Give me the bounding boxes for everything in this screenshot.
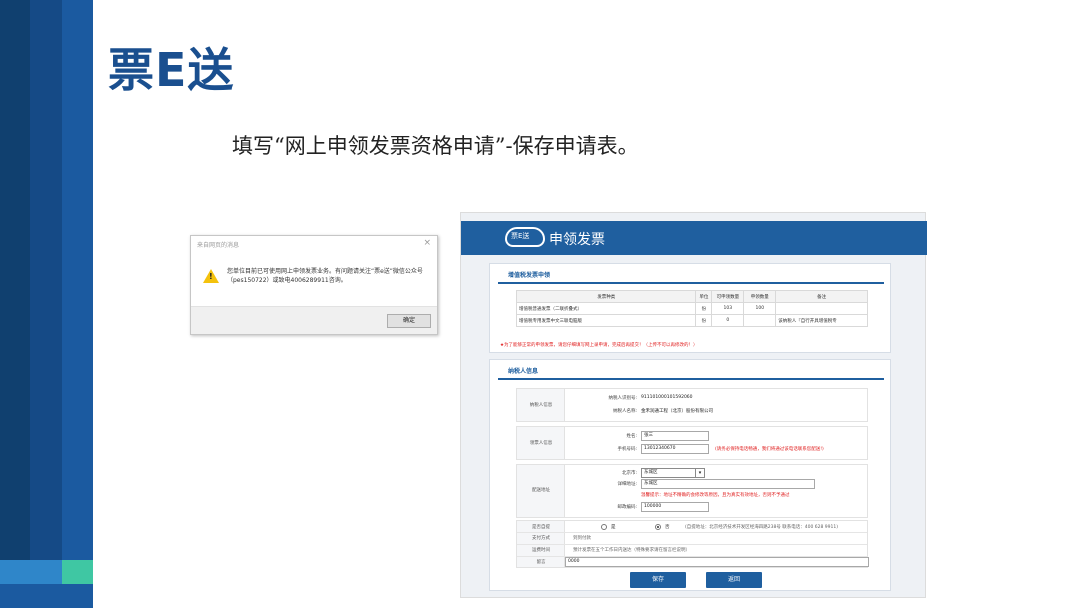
taxpayer-panel-title: 纳税人信息 xyxy=(508,368,539,375)
self-pick-yes-radio[interactable] xyxy=(601,524,607,530)
invoice-unit: 份 xyxy=(695,302,713,315)
invoice-table: 发票种类 单位 可申领数量 申领数量 备注 增值税普通发票（二联折叠式） 份 1… xyxy=(515,290,868,327)
row-divider xyxy=(517,544,867,545)
delivery-time-label: 运费时间 xyxy=(532,548,550,553)
column-header: 发票种类 xyxy=(515,290,697,303)
close-icon[interactable]: × xyxy=(423,238,431,248)
detail-address-label: 详细地址: xyxy=(617,482,637,487)
tax-id-label: 纳税人识别号: xyxy=(608,396,637,401)
pay-method-value: 到到付款 xyxy=(573,536,591,541)
invoice-panel: 增值税发票申领 发票种类 单位 可申领数量 申领数量 备注 增值税普通发票（二联… xyxy=(489,263,891,353)
self-pick-no-radio[interactable] xyxy=(655,524,661,530)
taxpayer-section-label: 纳税人信息 xyxy=(529,403,553,408)
column-header: 备注 xyxy=(775,290,868,303)
requested-qty-input[interactable] xyxy=(743,314,777,327)
recipient-section-label: 领票人信息 xyxy=(529,441,553,446)
chevron-down-icon[interactable]: ▾ xyxy=(695,469,704,477)
district-value: 东城区 xyxy=(644,470,658,475)
slide-title: 票E送 xyxy=(108,43,235,97)
self-pick-yes-label: 是 xyxy=(611,525,616,530)
slide: 票E送 填写“网上申领发票资格申请”-保存申请表。 来自网页的消息 × ! 您单… xyxy=(0,0,1080,608)
delivery-options-block: 是否自提 是 否 (自提地址：北京经济技术开发区经海四路238号 联系电话：40… xyxy=(516,520,869,568)
warning-icon-mark: ! xyxy=(209,272,213,281)
left-bar-blue-block xyxy=(0,560,62,584)
available-qty: 103 xyxy=(711,302,745,315)
pay-method-label: 支付方式 xyxy=(532,536,550,541)
left-bar-bottom xyxy=(0,584,93,608)
address-note: 温馨提示：地址不精确的会修改等原因，且为真实有效地址，否则不予通过 xyxy=(641,493,790,498)
left-bar-green-block xyxy=(62,560,93,584)
postcode-input[interactable]: 100000 xyxy=(641,502,709,512)
logo-text: 票E送 xyxy=(511,232,530,240)
phone-note: (请务必保持电话畅通，我们将通过该电话联系您配送!) xyxy=(715,447,824,452)
self-pick-note: (自提地址：北京经济技术开发区经海四路238号 联系电话：400 628 991… xyxy=(685,525,839,530)
invoice-type: 增值税专用发票中文三联电脑版 xyxy=(515,314,697,327)
person-label: 姓名: xyxy=(626,434,637,439)
panel-divider xyxy=(498,378,884,380)
detail-address-input[interactable]: 东城区 xyxy=(641,479,815,489)
available-qty: 0 xyxy=(711,314,745,327)
column-header: 可申领数量 xyxy=(711,290,745,303)
taxpayer-info-block: 纳税人信息 纳税人识别号: 911101000101592060 纳税人名称: … xyxy=(516,388,868,422)
district-select[interactable]: 东城区 ▾ xyxy=(641,468,705,478)
invoice-note: ★为了能够正常的申领发票，请您仔细填写网上录申请，完成后再提交！（上传不可以再修… xyxy=(500,343,698,348)
taxpayer-name-value: 金禾润通工程（北京）股份有限公司 xyxy=(641,409,713,414)
column-header: 单位 xyxy=(695,290,713,303)
column-header: 申领数量 xyxy=(743,290,777,303)
row-divider xyxy=(517,532,867,533)
alert-dialog: 来自网页的消息 × ! 您单位目前已可使用网上申领发票业务。有问题请关注“票e送… xyxy=(190,235,438,335)
person-name-input[interactable]: 张三 xyxy=(641,431,709,441)
back-button[interactable]: 返回 xyxy=(706,572,762,588)
dialog-message: 您单位目前已可使用网上申领发票业务。有问题请关注“票e送”微信公众号（pes15… xyxy=(227,268,423,284)
invoice-application-form: 票E送 申领发票 增值税发票申领 发票种类 单位 可申领数量 申领数量 备注 增… xyxy=(460,212,927,598)
message-input[interactable]: 0000 xyxy=(565,557,869,567)
invoice-type: 增值税普通发票（二联折叠式） xyxy=(515,302,697,315)
tax-id-value: 911101000101592060 xyxy=(641,395,693,400)
slide-subtitle: 填写“网上申领发票资格申请”-保存申请表。 xyxy=(232,134,639,158)
phone-input[interactable]: 13012340670 xyxy=(641,444,709,454)
self-pick-no-label: 否 xyxy=(665,525,670,530)
table-row: 增值税专用发票中文三联电脑版 份 0 该纳税人『自行开具增值税专 xyxy=(515,314,868,327)
self-pick-label: 是否自提 xyxy=(532,525,550,530)
taxpayer-name-label: 纳税人名称: xyxy=(612,409,637,414)
recipient-info-block: 领票人信息 姓名: 张三 手机号码: 13012340670 (请务必保持电话畅… xyxy=(516,426,868,460)
table-row: 增值税普通发票（二联折叠式） 份 103 100 xyxy=(515,302,868,315)
ok-button[interactable]: 确定 xyxy=(387,314,431,328)
table-header-row: 发票种类 单位 可申领数量 申领数量 备注 xyxy=(515,290,868,303)
address-block: 配送地址 北京市: 东城区 ▾ 详细地址: 东城区 温馨提示：地址不精确的会修改… xyxy=(516,464,868,518)
delivery-time-value: 預计发票在五个工作日内送达（特殊要求请在留言栏说明） xyxy=(573,548,690,553)
address-section-label: 配送地址 xyxy=(532,488,550,493)
panel-divider xyxy=(498,282,884,284)
dialog-title: 来自网页的消息 xyxy=(197,242,240,249)
city-label: 北京市: xyxy=(621,471,637,476)
form-header-title: 申领发票 xyxy=(549,232,605,248)
dialog-footer: 确定 xyxy=(191,306,437,334)
taxpayer-panel: 纳税人信息 纳税人信息 纳税人识别号: 911101000101592060 纳… xyxy=(489,359,891,591)
invoice-unit: 份 xyxy=(695,314,713,327)
postcode-label: 邮政编码: xyxy=(617,505,637,510)
left-bar-stripe-dark xyxy=(0,0,30,560)
invoice-panel-title: 增值税发票申领 xyxy=(508,272,551,279)
phone-label: 手机号码: xyxy=(617,447,637,452)
invoice-remark xyxy=(775,302,868,315)
save-button[interactable]: 保存 xyxy=(630,572,686,588)
requested-qty-input[interactable]: 100 xyxy=(743,302,777,315)
message-label: 留言 xyxy=(536,560,546,565)
left-decorative-bar xyxy=(0,0,93,608)
form-header: 票E送 申领发票 xyxy=(461,221,927,255)
invoice-remark: 该纳税人『自行开具增值税专 xyxy=(775,314,868,327)
